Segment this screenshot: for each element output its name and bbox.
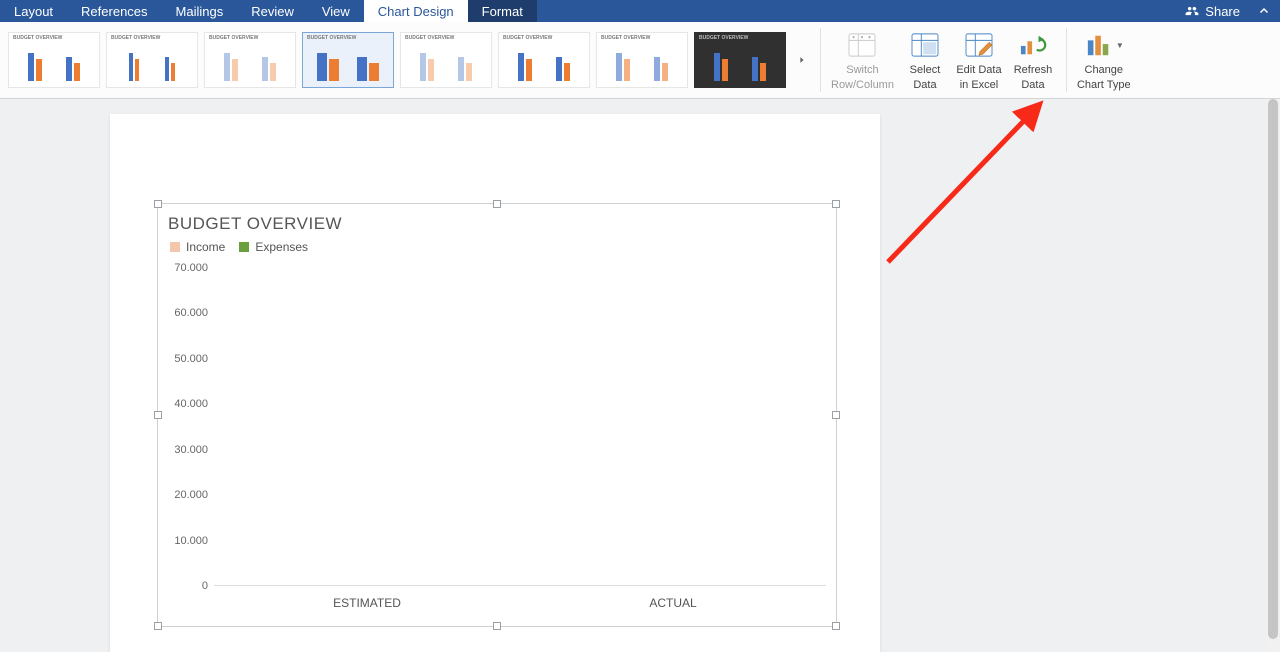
vertical-scrollbar[interactable] — [1266, 99, 1280, 652]
resize-handle-ml[interactable] — [154, 411, 162, 419]
document-page[interactable]: BUDGET OVERVIEW Income Expenses 70.000 60… — [110, 114, 880, 652]
y-tick: 10.000 — [174, 535, 208, 547]
chart-y-axis: 70.00060.00050.00040.00030.00020.00010.0… — [168, 268, 214, 586]
chart-style-thumb-7[interactable]: BUDGET OVERVIEW — [596, 32, 688, 88]
resize-handle-tm[interactable] — [493, 200, 501, 208]
legend-swatch-income — [170, 242, 180, 252]
chart-plot-area[interactable] — [214, 268, 826, 586]
chart-style-thumb-3[interactable]: BUDGET OVERVIEW — [204, 32, 296, 88]
tab-chart-design[interactable]: Chart Design — [364, 0, 468, 22]
tab-references[interactable]: References — [67, 0, 161, 22]
tab-layout[interactable]: Layout — [0, 0, 67, 22]
edit-data-excel-icon — [964, 32, 994, 58]
share-button[interactable]: Share — [1177, 0, 1248, 22]
chart-title[interactable]: BUDGET OVERVIEW — [158, 204, 836, 238]
y-tick: 20.000 — [174, 489, 208, 501]
resize-handle-mr[interactable] — [832, 411, 840, 419]
chart-style-thumb-2[interactable]: BUDGET OVERVIEW — [106, 32, 198, 88]
select-data-icon — [910, 32, 940, 58]
collapse-ribbon-button[interactable] — [1248, 0, 1280, 22]
legend-swatch-expenses — [239, 242, 249, 252]
y-tick: 0 — [202, 580, 208, 592]
x-axis-label: ACTUAL — [520, 596, 826, 610]
y-tick: 50.000 — [174, 353, 208, 365]
change-chart-type-icon — [1084, 32, 1114, 58]
chevron-up-icon — [1258, 5, 1270, 17]
chart-styles-gallery: BUDGET OVERVIEW BUDGET OVERVIEW BUDGET O… — [0, 22, 820, 98]
chart-style-thumb-5[interactable]: BUDGET OVERVIEW — [400, 32, 492, 88]
scrollbar-thumb[interactable] — [1268, 99, 1278, 639]
ribbon-content: BUDGET OVERVIEW BUDGET OVERVIEW BUDGET O… — [0, 22, 1280, 99]
switch-row-column-button[interactable]: Switch Row/Column — [831, 30, 894, 91]
edit-data-excel-button[interactable]: Edit Data in Excel — [956, 30, 1002, 91]
y-tick: 70.000 — [174, 262, 208, 274]
refresh-data-button[interactable]: Refresh Data — [1010, 30, 1056, 91]
resize-handle-tr[interactable] — [832, 200, 840, 208]
y-tick: 60.000 — [174, 307, 208, 319]
ribbon-tabs: Layout References Mailings Review View C… — [0, 0, 1280, 22]
more-right-icon — [797, 55, 807, 65]
resize-handle-br[interactable] — [832, 622, 840, 630]
ribbon-group-data: Switch Row/Column Select Data — [821, 22, 1066, 98]
chart-style-thumb-6[interactable]: BUDGET OVERVIEW — [498, 32, 590, 88]
tab-format[interactable]: Format — [468, 0, 537, 22]
share-label: Share — [1205, 4, 1240, 19]
y-tick: 30.000 — [174, 444, 208, 456]
resize-handle-bl[interactable] — [154, 622, 162, 630]
chart-style-thumb-1[interactable]: BUDGET OVERVIEW — [8, 32, 100, 88]
chart-legend[interactable]: Income Expenses — [158, 238, 836, 258]
legend-item-expenses[interactable]: Expenses — [239, 240, 308, 254]
resize-handle-tl[interactable] — [154, 200, 162, 208]
refresh-data-icon — [1018, 32, 1048, 58]
chart-style-thumb-8[interactable]: BUDGET OVERVIEW — [694, 32, 786, 88]
share-person-icon — [1185, 4, 1199, 18]
switch-row-column-icon — [847, 32, 877, 58]
y-tick: 40.000 — [174, 398, 208, 410]
styles-gallery-more-button[interactable] — [792, 55, 812, 65]
chart-x-axis: ESTIMATEDACTUAL — [214, 596, 826, 610]
document-viewport[interactable]: BUDGET OVERVIEW Income Expenses 70.000 60… — [0, 99, 1280, 652]
chart-object[interactable]: BUDGET OVERVIEW Income Expenses 70.000 60… — [157, 203, 837, 627]
tab-review[interactable]: Review — [237, 0, 308, 22]
resize-handle-bm[interactable] — [493, 622, 501, 630]
legend-item-income[interactable]: Income — [170, 240, 225, 254]
tab-view[interactable]: View — [308, 0, 364, 22]
chart-style-thumb-4[interactable]: BUDGET OVERVIEW — [302, 32, 394, 88]
x-axis-label: ESTIMATED — [214, 596, 520, 610]
dropdown-caret-icon: ▼ — [1116, 41, 1124, 51]
ribbon-group-type: ▼ Change Chart Type — [1067, 22, 1141, 98]
change-chart-type-button[interactable]: ▼ Change Chart Type — [1077, 30, 1131, 91]
tab-mailings[interactable]: Mailings — [162, 0, 238, 22]
select-data-button[interactable]: Select Data — [902, 30, 948, 91]
